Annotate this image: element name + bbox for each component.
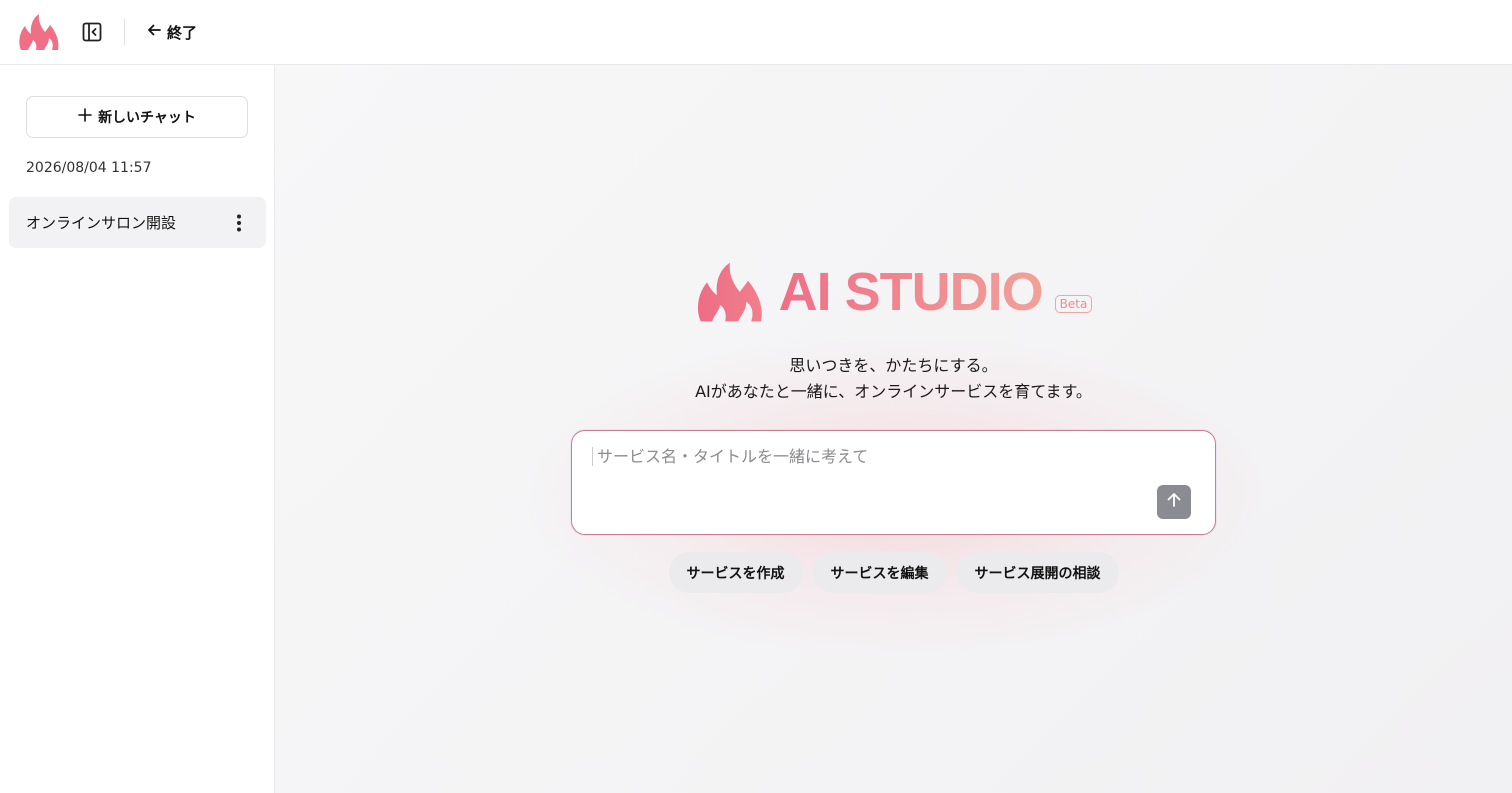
- suggestion-chip[interactable]: サービス展開の相談: [956, 552, 1119, 593]
- tagline-line-1: 思いつきを、かたちにする。: [789, 356, 998, 375]
- main-area: AI STUDIO Beta 思いつきを、かたちにする。 AIがあなたと一緒に、…: [275, 65, 1512, 793]
- tagline: 思いつきを、かたちにする。 AIがあなたと一緒に、オンラインサービスを育てます。: [275, 353, 1512, 405]
- hero-logo: AI STUDIO Beta: [275, 261, 1512, 323]
- history-item-label: オンラインサロン開設: [26, 214, 177, 232]
- arrow-left-icon: [146, 22, 162, 42]
- suggestion-chip[interactable]: サービスを編集: [812, 552, 947, 593]
- suggestion-chips: サービスを作成 サービスを編集 サービス展開の相談: [275, 552, 1512, 593]
- flame-logo-icon: [695, 261, 765, 323]
- arrow-up-icon: [1165, 491, 1183, 513]
- top-bar: 終了: [0, 0, 1512, 65]
- plus-icon: [78, 108, 92, 126]
- history-item[interactable]: オンラインサロン開設: [9, 197, 266, 248]
- more-vertical-icon[interactable]: [229, 211, 249, 235]
- sidebar: 新しいチャット 2026/08/04 11:57 オンラインサロン開設: [0, 65, 275, 793]
- brand-title: AI STUDIO: [778, 262, 1044, 322]
- history-date-heading: 2026/08/04 11:57: [26, 160, 152, 176]
- prompt-box: [571, 430, 1216, 535]
- beta-badge: Beta: [1054, 295, 1093, 313]
- exit-label: 終了: [167, 23, 198, 42]
- sidebar-toggle-icon[interactable]: [80, 20, 104, 44]
- prompt-input[interactable]: [592, 447, 1152, 466]
- new-chat-label: 新しいチャット: [98, 110, 196, 126]
- new-chat-button[interactable]: 新しいチャット: [26, 96, 248, 138]
- header-divider: [124, 18, 125, 46]
- send-button[interactable]: [1157, 485, 1191, 519]
- tagline-line-2: AIがあなたと一緒に、オンラインサービスを育てます。: [695, 382, 1092, 401]
- flame-logo-icon[interactable]: [18, 13, 60, 51]
- exit-button[interactable]: 終了: [146, 20, 197, 44]
- suggestion-chip[interactable]: サービスを作成: [668, 552, 803, 593]
